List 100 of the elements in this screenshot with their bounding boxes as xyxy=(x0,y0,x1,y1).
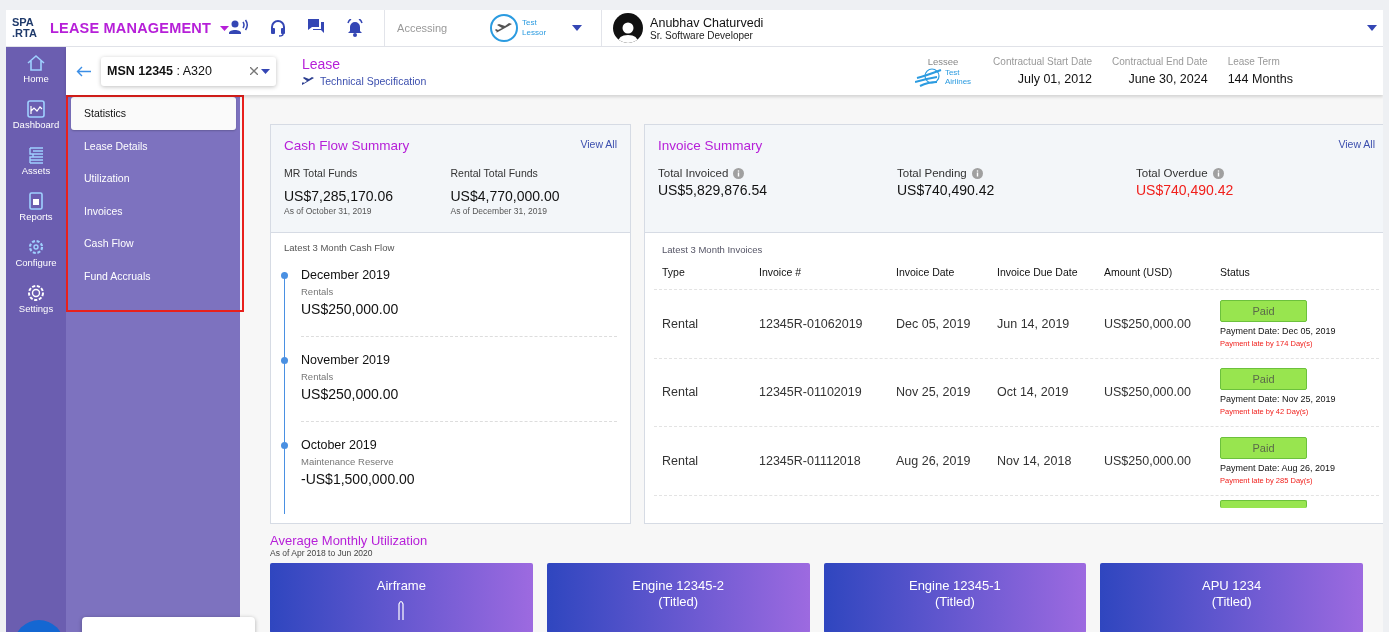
column-header: Amount (USD) xyxy=(1104,266,1174,278)
airplane-logo-icon xyxy=(490,14,519,42)
payment-date: Payment Date: Dec 05, 2019 xyxy=(1220,325,1337,336)
column-header: Invoice Due Date xyxy=(997,266,1079,278)
timeline-amount: -US$1,500,000.00 xyxy=(301,471,416,487)
fact-value: June 30, 2024 xyxy=(1128,72,1208,86)
asset-name: Engine 12345-2 xyxy=(632,578,725,594)
as-of-date: As of December 31, 2019 xyxy=(450,206,548,216)
payment-date: Payment Date: Aug 26, 2019 xyxy=(1220,462,1337,473)
fact-label: Lease Term xyxy=(1227,56,1280,67)
table-cell-text: US$250,000.00 xyxy=(1104,453,1192,468)
dropdown-icon[interactable] xyxy=(1367,25,1377,31)
submenu-item[interactable]: Utilization xyxy=(71,162,236,195)
table-cell-text: Rental xyxy=(662,453,700,468)
table-cell-text: Rental xyxy=(662,385,700,400)
view-all-link[interactable]: View All xyxy=(580,138,617,150)
fund-value: US$7,285,170.06 xyxy=(284,188,394,204)
nav-item[interactable]: Reports xyxy=(17,191,55,237)
total-value: US$740,490.42 xyxy=(897,182,996,198)
card-title: Invoice Summary xyxy=(658,138,763,153)
asset-card[interactable]: Engine 12345-1 (Titled) xyxy=(823,563,1087,632)
broadcast-icon xyxy=(229,19,249,34)
page-title: Lease xyxy=(302,55,342,72)
accessing-label: Accessing xyxy=(397,22,449,34)
timeline-dot xyxy=(281,442,288,449)
caret-icon xyxy=(220,25,230,31)
company-name[interactable]: Test Lessor xyxy=(522,18,573,38)
asset-card[interactable]: APU 1234 (Titled) xyxy=(1100,563,1363,632)
view-all-link[interactable]: View All xyxy=(1338,138,1375,150)
document-icon xyxy=(26,191,46,211)
section-title: Average Monthly Utilization xyxy=(270,533,429,548)
lessee-label: Lessee xyxy=(927,55,959,67)
total-label: Total Pending xyxy=(897,167,967,179)
submenu-item[interactable]: Cash Flow xyxy=(71,227,236,260)
technical-specification-link[interactable]: Technical Specification xyxy=(320,74,427,87)
timeline-amount: US$250,000.00 xyxy=(301,301,400,317)
column-header: Status xyxy=(1220,266,1251,278)
section-subtitle: As of Apr 2018 to Jun 2020 xyxy=(270,548,374,558)
timeline-type: Maintenance Reserve xyxy=(301,456,395,467)
table-cell-text: Rental xyxy=(662,316,700,331)
total-label: Total Invoiced xyxy=(658,167,729,179)
fund-value: US$4,770,000.00 xyxy=(450,188,561,204)
info-icon[interactable] xyxy=(971,167,983,179)
submenu-item[interactable]: Statistics xyxy=(71,97,236,130)
asset-note: (Titled) xyxy=(1211,594,1252,610)
asset-note: (Titled) xyxy=(934,594,975,610)
clear-icon[interactable] xyxy=(250,67,258,75)
home-icon xyxy=(26,53,46,73)
timeline-type: Rentals xyxy=(301,286,335,297)
dropdown-icon[interactable] xyxy=(572,25,583,31)
app-logo: SPA .RTA xyxy=(12,17,38,39)
asset-name: Airframe xyxy=(376,578,426,594)
card-title: Cash Flow Summary xyxy=(284,138,410,153)
status-badge: Paid xyxy=(1220,436,1307,459)
asset-note: (Titled) xyxy=(658,594,699,610)
nav-item[interactable]: Assets xyxy=(19,145,53,191)
table-cell-text: 12345R-01112018 xyxy=(759,453,862,468)
list-icon xyxy=(26,145,46,165)
fund-label: MR Total Funds xyxy=(284,167,359,179)
section-title: Latest 3 Month Invoices xyxy=(661,244,764,255)
table-cell-text: Dec 05, 2019 xyxy=(896,316,972,331)
table-cell-text: US$250,000.00 xyxy=(1104,316,1192,331)
submenu-item[interactable]: Fund Accruals xyxy=(71,259,236,292)
table-cell-text: Nov 14, 2018 xyxy=(997,453,1073,468)
info-icon[interactable] xyxy=(733,167,745,179)
airplane-icon xyxy=(302,75,314,86)
gear-icon xyxy=(26,283,46,303)
as-of-date: As of October 31, 2019 xyxy=(284,206,373,216)
back-arrow-icon[interactable] xyxy=(76,65,91,77)
total-value: US$5,829,876.54 xyxy=(658,182,768,198)
column-header: Invoice Date xyxy=(896,266,956,278)
submenu-item[interactable]: Invoices xyxy=(71,194,236,227)
timeline-amount: US$250,000.00 xyxy=(301,386,400,402)
asset-select[interactable]: MSN 12345 : A320 xyxy=(101,56,276,86)
total-label: Total Overdue xyxy=(1136,167,1208,179)
column-header: Invoice # xyxy=(759,266,803,278)
asset-card[interactable]: Engine 12345-2 (Titled) xyxy=(546,563,810,632)
table-cell-text: Oct 14, 2019 xyxy=(997,385,1070,400)
status-badge: Paid xyxy=(1220,368,1307,391)
timeline-month: November 2019 xyxy=(301,353,391,367)
table-cell-text: 12345R-01102019 xyxy=(759,385,863,400)
table-cell-text: US$250,000.00 xyxy=(1104,385,1192,400)
timeline-dot xyxy=(281,272,288,279)
column-header: Type xyxy=(662,266,686,278)
status-badge: Paid xyxy=(1220,299,1307,322)
asset-card[interactable]: Airframe xyxy=(270,563,533,632)
submenu-item[interactable]: Lease Details xyxy=(71,129,236,162)
lessee-logo: Test Airlines xyxy=(914,66,972,87)
nav-item[interactable]: Configure xyxy=(13,237,59,283)
nav-item[interactable]: Settings xyxy=(16,283,56,329)
timeline-type: Rentals xyxy=(301,371,335,382)
app-title[interactable]: LEASE MANAGEMENT xyxy=(50,20,212,36)
payment-date: Payment Date: Nov 25, 2019 xyxy=(1220,394,1337,405)
info-icon[interactable] xyxy=(1212,167,1224,179)
bell-icon xyxy=(346,19,365,37)
timeline-month: October 2019 xyxy=(301,438,378,452)
nav-item[interactable]: Home xyxy=(21,53,51,99)
nav-item[interactable]: Dashboard xyxy=(10,99,62,145)
avatar-icon[interactable] xyxy=(613,13,644,43)
table-cell-text: Nov 25, 2019 xyxy=(896,385,972,400)
